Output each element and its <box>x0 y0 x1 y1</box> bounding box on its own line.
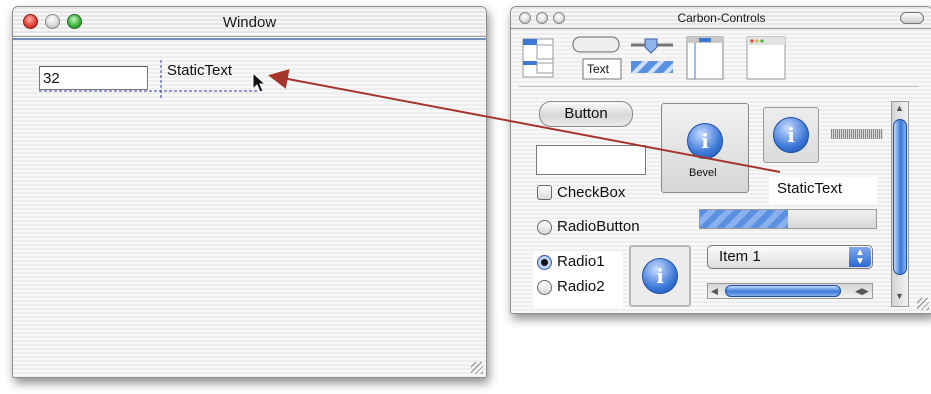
cursor-arrow-icon <box>252 72 267 93</box>
scroll-arrow-left-icon[interactable]: ◀ <box>711 283 718 299</box>
grow-box-icon[interactable] <box>917 298 929 310</box>
progress-bar <box>699 209 877 229</box>
radio1-control[interactable] <box>537 255 552 270</box>
toolbar-collapse-icon[interactable] <box>900 12 924 24</box>
scroll-arrow-up-icon[interactable]: ▲ <box>895 103 904 113</box>
views-tab-icon[interactable] <box>522 38 554 78</box>
checkbox-label[interactable]: CheckBox <box>557 184 625 201</box>
popup-label: Item 1 <box>719 248 761 265</box>
toolbar-icons <box>522 36 786 80</box>
radio2-label[interactable]: Radio2 <box>557 278 605 295</box>
horizontal-scroll-thumb[interactable] <box>725 285 841 297</box>
info-icon: i <box>642 258 678 294</box>
info-icon: i <box>687 123 723 159</box>
radio-button-control[interactable] <box>537 220 552 235</box>
window-tab-icon[interactable] <box>686 36 724 80</box>
palette-title: Carbon-Controls <box>677 11 766 25</box>
window-title: Window <box>222 14 277 31</box>
bevel-label: Bevel <box>689 167 717 179</box>
checkbox-control[interactable] <box>537 185 552 200</box>
separator-control[interactable] <box>831 129 883 139</box>
progress-bar-fill <box>700 210 788 228</box>
slider-tab-icon[interactable] <box>631 38 673 73</box>
palette-titlebar[interactable]: Carbon-Controls <box>511 7 931 29</box>
window-content: 32 StaticText <box>13 38 486 377</box>
window-titlebar[interactable]: Window <box>13 7 486 37</box>
scroll-arrow-down-icon[interactable]: ▼ <box>895 291 904 301</box>
button-control[interactable]: Button <box>539 101 633 127</box>
info-icon: i <box>773 117 809 153</box>
radio2-control[interactable] <box>537 280 552 295</box>
grow-box-icon[interactable] <box>471 362 483 374</box>
radio1-label[interactable]: Radio1 <box>557 253 605 270</box>
vertical-scroll-thumb[interactable] <box>893 119 907 275</box>
toolbar-text-label: Text <box>587 62 610 76</box>
main-window: Window 32 StaticText <box>12 6 487 378</box>
static-text-control[interactable]: StaticText <box>777 180 842 197</box>
carbon-controls-palette: Carbon-Controls Text Button i Bevel i Ch… <box>510 6 931 314</box>
radio-button-label[interactable]: RadioButton <box>557 218 640 235</box>
dropdown-arrows-icon[interactable]: ▲ ▼ <box>849 247 871 267</box>
alignment-guides <box>39 60 257 100</box>
document-window-tab-icon[interactable] <box>746 36 786 80</box>
scroll-arrow-right-icon[interactable]: ◀▶ <box>855 283 869 299</box>
palette-content: Text Button i Bevel i CheckBox StaticTex… <box>511 29 931 313</box>
text-field-control[interactable] <box>536 145 646 175</box>
